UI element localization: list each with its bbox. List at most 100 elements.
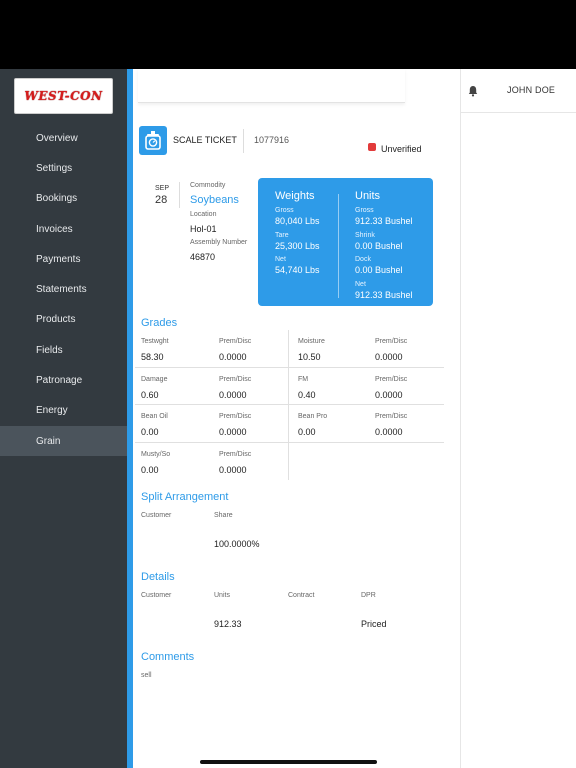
weights-tare-value: 25,300 Lbs (275, 241, 320, 251)
grade-value: 0.0000 (219, 352, 247, 362)
ticket-date-month: SEP (155, 185, 170, 192)
top-bar: JOHN DOE (461, 69, 576, 113)
grade-label: Bean Pro (298, 413, 328, 420)
grade-label: Testwght (141, 338, 169, 345)
company-logo[interactable]: WEST-CON (14, 78, 113, 114)
divider (460, 69, 461, 768)
weights-units-card: Weights Gross 80,040 Lbs Tare 25,300 Lbs… (258, 178, 433, 306)
assembly-label: Assembly Number (190, 239, 248, 246)
weights-title: Weights (275, 190, 315, 202)
grade-value: 0.0000 (375, 427, 403, 437)
sidebar-item-label: Settings (36, 162, 73, 174)
table-row: Musty/So 0.00 Prem/Disc 0.0000 (135, 443, 444, 481)
units-gross-value: 912.33 Bushel (355, 216, 413, 226)
table-row: Damage 0.60 Prem/Disc 0.0000 FM 0.40 Prem/D… (135, 368, 444, 405)
assembly-value: 46870 (190, 252, 216, 262)
split-share-header: Share (214, 512, 233, 519)
sidebar-item-label: Statements (36, 284, 87, 296)
sidebar-item-label: Patronage (36, 375, 83, 387)
details-units-header: Units (214, 592, 230, 599)
panel-header-strip (138, 69, 405, 103)
sidebar-item-overview[interactable]: Overview (0, 123, 127, 153)
grade-label: Prem/Disc (219, 375, 252, 383)
comments-title: Comments (141, 651, 195, 663)
sidebar-item-grain[interactable]: Grain (0, 425, 127, 457)
sidebar-nav: Overview Settings Bookings Invoices Paym… (0, 123, 127, 457)
details-dpr-header: DPR (361, 592, 376, 599)
sidebar-item-patronage[interactable]: Patronage (0, 365, 127, 395)
scale-icon (139, 126, 167, 155)
sidebar: WEST-CON Overview Settings Bookings Invo… (0, 69, 127, 768)
status-badge: Unverified (381, 144, 422, 154)
details-units-value: 912.33 (214, 619, 242, 629)
units-net-value: 912.33 Bushel (355, 290, 413, 300)
grade-value: 0.60 (141, 389, 159, 400)
grade-label: Prem/Disc (375, 375, 408, 383)
divider (179, 182, 180, 208)
sidebar-item-label: Overview (36, 132, 78, 144)
table-row: Testwght 58.30 Prem/Disc 0.0000 Moisture 10… (135, 330, 444, 368)
user-name[interactable]: JOHN DOE (507, 85, 555, 95)
units-net-label: Net (355, 281, 366, 288)
ticket-date-day: 28 (155, 194, 168, 206)
app-screen: WEST-CON Overview Settings Bookings Invo… (0, 69, 576, 768)
sidebar-item-payments[interactable]: Payments (0, 244, 127, 274)
grade-value: 0.40 (298, 389, 316, 400)
details-contract-header: Contract (288, 592, 315, 599)
weights-tare-label: Tare (275, 232, 289, 239)
split-arrangement-title: Split Arrangement (141, 491, 229, 503)
sidebar-item-statements[interactable]: Statements (0, 274, 127, 304)
grade-value: 0.0000 (219, 464, 247, 475)
grade-value: 0.00 (141, 464, 159, 475)
units-gross-label: Gross (355, 207, 374, 214)
details-customer-header: Customer (141, 592, 172, 599)
split-share-value: 100.0000% (214, 539, 260, 549)
divider (338, 194, 339, 298)
sidebar-item-energy[interactable]: Energy (0, 396, 127, 426)
grade-label: Prem/Disc (375, 413, 408, 420)
sidebar-item-products[interactable]: Products (0, 305, 127, 335)
sidebar-item-settings[interactable]: Settings (0, 153, 127, 183)
ticket-number: 1077916 (254, 135, 290, 145)
grade-label: Musty/So (141, 450, 171, 458)
details-title: Details (141, 571, 175, 583)
grade-value: 0.0000 (375, 389, 403, 400)
sidebar-item-label: Grain (36, 435, 61, 447)
units-dock-label: Dock (355, 256, 371, 263)
grade-label: Prem/Disc (219, 450, 252, 458)
sidebar-item-fields[interactable]: Fields (0, 335, 127, 365)
grade-label: Moisture (298, 338, 325, 345)
table-row: Bean Oil 0.00 Prem/Disc 0.0000 Bean Pro 0.0… (135, 405, 444, 443)
comments-text: sell (141, 672, 152, 679)
sidebar-item-label: Fields (36, 344, 63, 356)
units-shrink-label: Shrink (355, 232, 375, 239)
grade-label: Bean Oil (141, 413, 168, 420)
details-dpr-value: Priced (361, 619, 387, 629)
grade-value: 0.0000 (219, 427, 247, 437)
status-indicator-icon (368, 143, 376, 151)
grades-table: Testwght 58.30 Prem/Disc 0.0000 Moisture 10… (135, 330, 444, 480)
weights-gross-label: Gross (275, 207, 294, 214)
units-dock-value: 0.00 Bushel (355, 265, 403, 275)
units-title: Units (355, 190, 381, 202)
sidebar-item-label: Products (36, 314, 76, 326)
logo-text: WEST-CON (24, 89, 103, 103)
grades-title: Grades (141, 317, 178, 329)
notification-bell-icon[interactable] (468, 84, 478, 97)
divider (243, 129, 244, 153)
weights-net-label: Net (275, 256, 286, 263)
grade-label: Damage (141, 375, 168, 383)
sidebar-item-invoices[interactable]: Invoices (0, 214, 127, 244)
ticket-type-label: SCALE TICKET (173, 135, 237, 145)
sidebar-item-label: Payments (36, 253, 81, 265)
grade-label: Prem/Disc (219, 413, 252, 420)
commodity-label: Commodity (190, 182, 226, 189)
location-label: Location (190, 211, 217, 218)
commodity-value: Soybeans (190, 194, 239, 206)
sidebar-item-label: Bookings (36, 193, 78, 205)
home-indicator[interactable] (200, 760, 377, 764)
grade-value: 0.00 (298, 427, 316, 437)
grade-value: 0.00 (141, 427, 159, 437)
scale-ticket-panel: SCALE TICKET 1077916 Unverified SEP 28 C… (133, 69, 460, 768)
sidebar-item-bookings[interactable]: Bookings (0, 184, 127, 214)
